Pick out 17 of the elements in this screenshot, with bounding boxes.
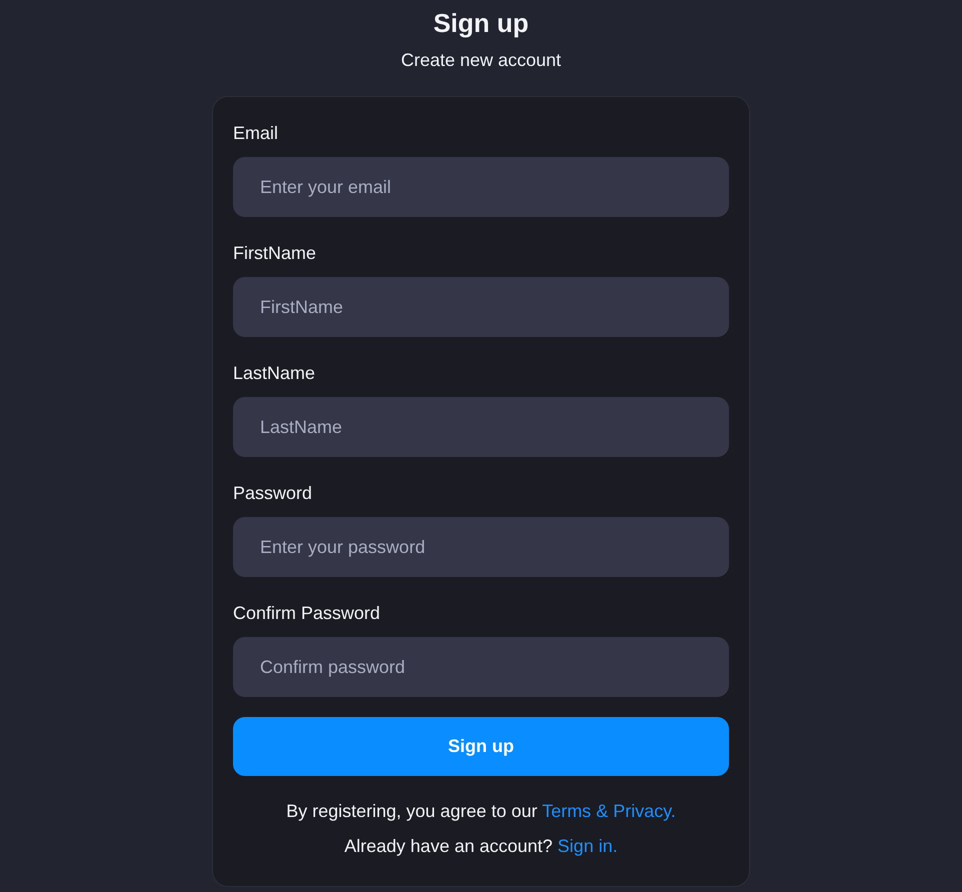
footer-text: By registering, you agree to our Terms & Privacy. — [286, 800, 676, 822]
field-label: Email — [233, 122, 278, 144]
field-label: Confirm Password — [233, 602, 380, 624]
page-title: Sign up — [433, 7, 529, 40]
input-field[interactable]: Enter your password — [233, 517, 729, 577]
footer-text: Already have an account? Sign in. — [344, 835, 618, 857]
signup-button[interactable]: Sign up — [233, 717, 729, 776]
input-field[interactable]: Confirm password — [233, 637, 729, 697]
footer-link[interactable]: Terms & Privacy. — [542, 801, 676, 821]
field-label: FirstName — [233, 242, 316, 264]
input-field[interactable]: FirstName — [233, 277, 729, 337]
field-label: Password — [233, 482, 312, 504]
page-subtitle: Create new account — [400, 49, 562, 71]
input-field[interactable]: LastName — [233, 397, 729, 457]
input-field[interactable]: Enter your email — [233, 157, 729, 217]
footer-link[interactable]: Sign in. — [558, 836, 618, 856]
field-label: LastName — [233, 362, 316, 384]
